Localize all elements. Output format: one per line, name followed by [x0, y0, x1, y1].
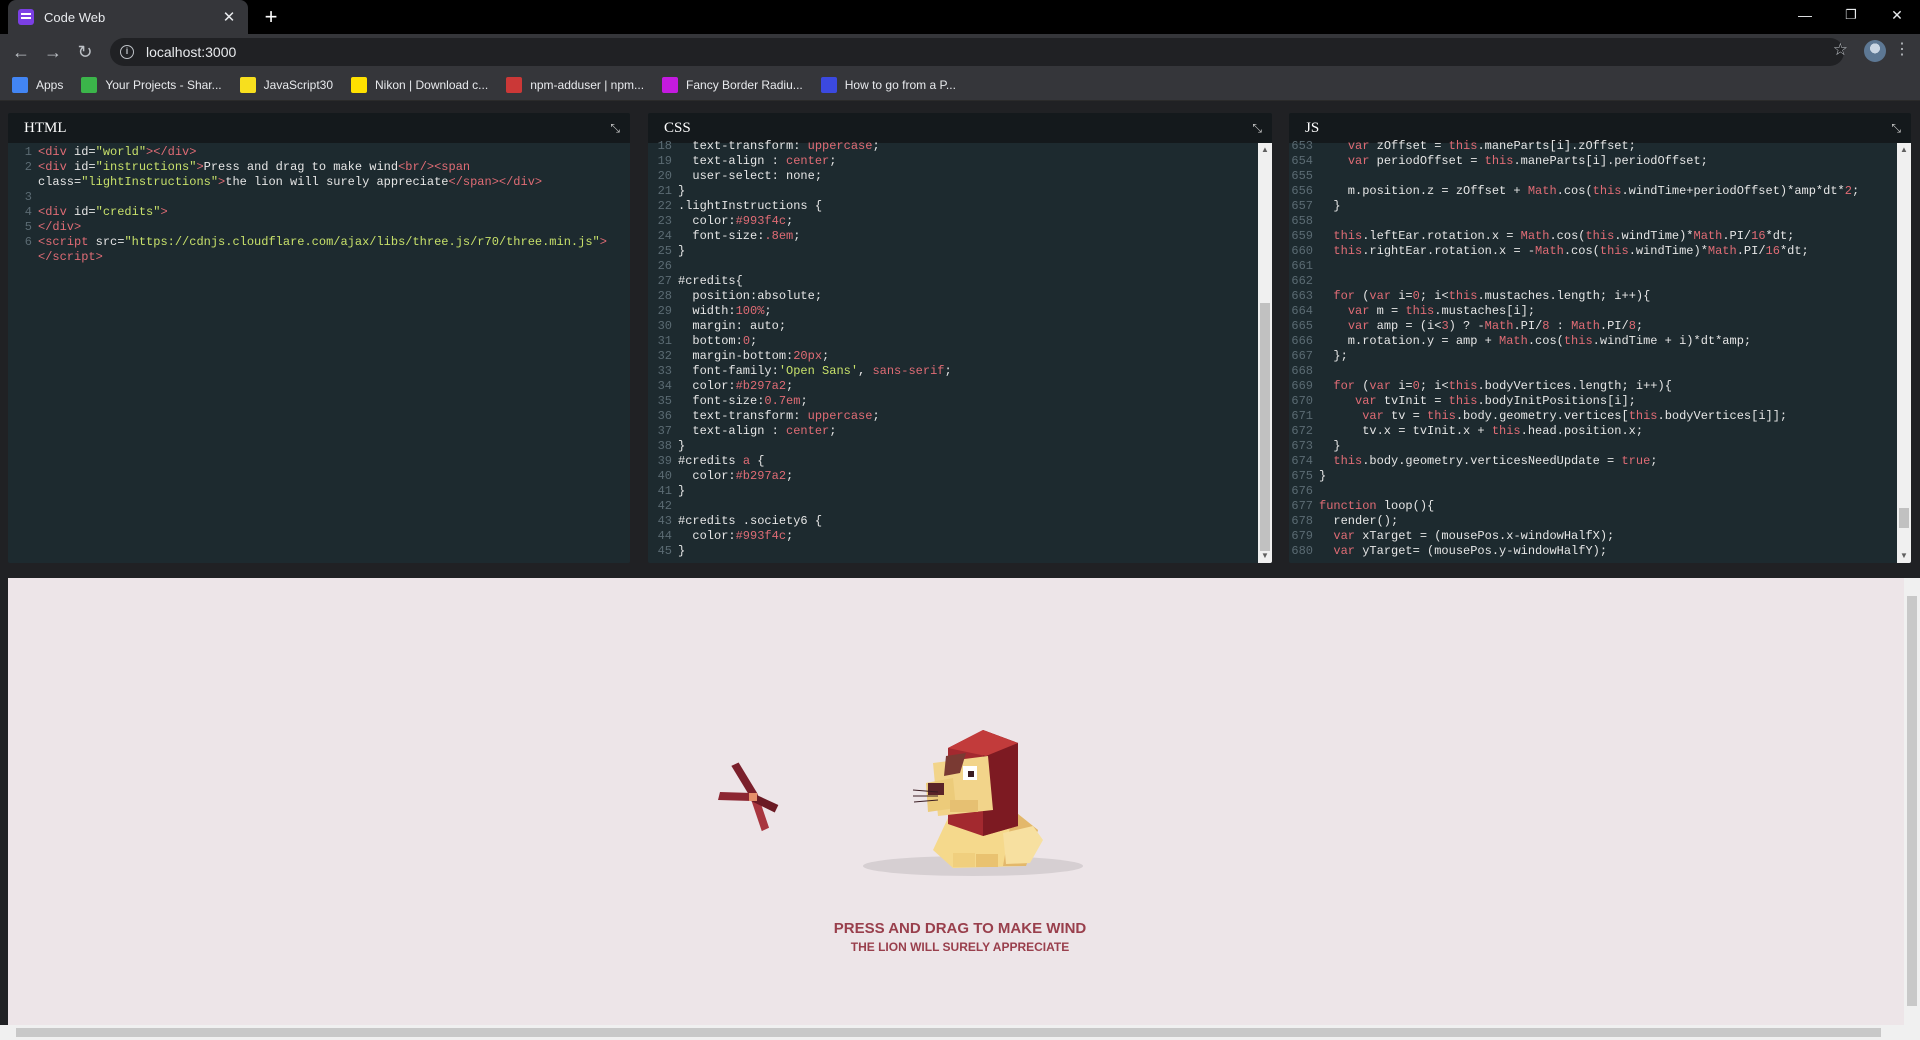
scroll-thumb[interactable]	[16, 1028, 1881, 1037]
restore-icon[interactable]: ❐	[1828, 0, 1874, 30]
collapse-pin-icon[interactable]: ⤡	[1891, 121, 1901, 136]
js-icon	[239, 77, 256, 93]
apps-grid-icon	[12, 77, 28, 93]
bookmark-item[interactable]: Apps	[12, 77, 63, 93]
nikon-icon	[351, 77, 368, 93]
scroll-down-icon[interactable]: ▼	[1258, 549, 1272, 563]
bookmark-label: Nikon | Download c...	[375, 78, 489, 92]
bookmark-item[interactable]: How to go from a P...	[820, 77, 956, 93]
new-tab-button[interactable]: +	[258, 4, 284, 30]
code-editor-area: HTML ⤡ 1 <div id="world"></div> 2 <div id=…	[0, 101, 1920, 568]
bookmark-label: JavaScript30	[263, 78, 334, 92]
bookmark-item[interactable]: Nikon | Download c...	[351, 77, 488, 93]
js-pane: JS ⤡ 653 var zOffset = this.maneParts[i]…	[1289, 113, 1911, 563]
bookmark-item[interactable]: Your Projects - Shar...	[81, 77, 222, 93]
lion-figure	[912, 730, 1043, 868]
minimize-icon[interactable]: —	[1782, 0, 1828, 30]
bookmark-item[interactable]: Fancy Border Radiu...	[662, 77, 803, 93]
collapse-pin-icon[interactable]: ⤡	[610, 121, 620, 136]
bookmarks-bar: Apps Your Projects - Shar... JavaScript30 N…	[0, 70, 1920, 101]
css-code-editor[interactable]: 18 text-transform: uppercase; 19 text-al…	[648, 137, 1272, 557]
bookmark-label: Your Projects - Shar...	[105, 78, 222, 92]
preview-frame[interactable]: PRESS AND DRAG TO MAKE WIND THE LION WIL…	[8, 578, 1904, 1025]
bookmark-label: Apps	[36, 78, 64, 92]
browser-tab[interactable]: Code Web ✕	[8, 0, 248, 34]
profile-avatar[interactable]	[1864, 40, 1886, 62]
menu-kebab-icon[interactable]: ⋮	[1894, 39, 1910, 61]
html-pane: HTML ⤡ 1 <div id="world"></div> 2 <div id=…	[8, 113, 630, 563]
close-window-icon[interactable]: ✕	[1874, 0, 1920, 30]
dev-icon	[820, 77, 837, 93]
url-input[interactable]	[146, 44, 1646, 60]
code-web-favicon-icon	[18, 9, 34, 25]
collapse-pin-icon[interactable]: ⤡	[1252, 121, 1262, 136]
leaf-icon	[81, 77, 98, 93]
bookmark-label: Fancy Border Radiu...	[686, 78, 803, 92]
js-code-editor[interactable]: 653 var zOffset = this.maneParts[i].zOff…	[1289, 137, 1911, 557]
bookmark-item[interactable]: JavaScript30	[239, 77, 334, 93]
forward-button[interactable]: →	[40, 39, 66, 65]
tab-strip: Code Web ✕ + — ❐ ✕	[0, 0, 1920, 34]
site-info-icon[interactable]: i	[120, 45, 134, 59]
css-pane-title: CSS	[664, 119, 691, 136]
css-scrollbar[interactable]: ▲ ▼	[1258, 143, 1272, 563]
js-scrollbar[interactable]: ▲ ▼	[1897, 143, 1911, 563]
preview-horizontal-scrollbar[interactable]	[0, 1025, 1920, 1040]
npm-icon	[506, 77, 523, 93]
scroll-thumb[interactable]	[1899, 508, 1909, 528]
blob-icon	[662, 77, 679, 93]
html-pane-title: HTML	[24, 119, 67, 136]
bookmark-label: npm-adduser | npm...	[530, 78, 645, 92]
html-pane-header: HTML ⤡	[8, 113, 630, 143]
instructions-text: PRESS AND DRAG TO MAKE WIND	[833, 920, 1087, 937]
bookmark-item[interactable]: npm-adduser | npm...	[506, 77, 644, 93]
js-pane-title: JS	[1305, 119, 1320, 136]
css-pane: CSS ⤡ 18 text-transform: uppercase; 19 t…	[648, 113, 1272, 563]
tab-title: Code Web	[44, 9, 106, 25]
bookmark-label: How to go from a P...	[844, 78, 956, 92]
bookmark-star-icon[interactable]: ☆	[1833, 40, 1848, 60]
scroll-up-icon[interactable]: ▲	[1897, 143, 1911, 157]
browser-toolbar: ← → ↻ i	[0, 34, 1920, 70]
scroll-thumb[interactable]	[1260, 303, 1270, 551]
scroll-down-icon[interactable]: ▼	[1897, 549, 1911, 563]
browser-chrome: Code Web ✕ + — ❐ ✕ ← → ↻ i ☆ ⋮ Apps Your …	[0, 0, 1920, 101]
scroll-thumb[interactable]	[1907, 596, 1917, 1006]
scroll-up-icon[interactable]: ▲	[1258, 143, 1272, 157]
preview-vertical-scrollbar[interactable]	[1904, 578, 1920, 1025]
light-instructions-text: THE LION WILL SURELY APPRECIATE	[850, 940, 1070, 954]
lion-scene[interactable]	[8, 578, 1904, 1025]
back-button[interactable]: ←	[8, 39, 34, 65]
html-code-editor[interactable]: 1 <div id="world"></div> 2 <div id="instru…	[8, 143, 630, 563]
reload-button[interactable]: ↻	[72, 39, 98, 65]
close-tab-icon[interactable]: ✕	[220, 8, 238, 26]
fan-icon	[718, 762, 779, 832]
address-bar[interactable]: i	[110, 38, 1844, 66]
